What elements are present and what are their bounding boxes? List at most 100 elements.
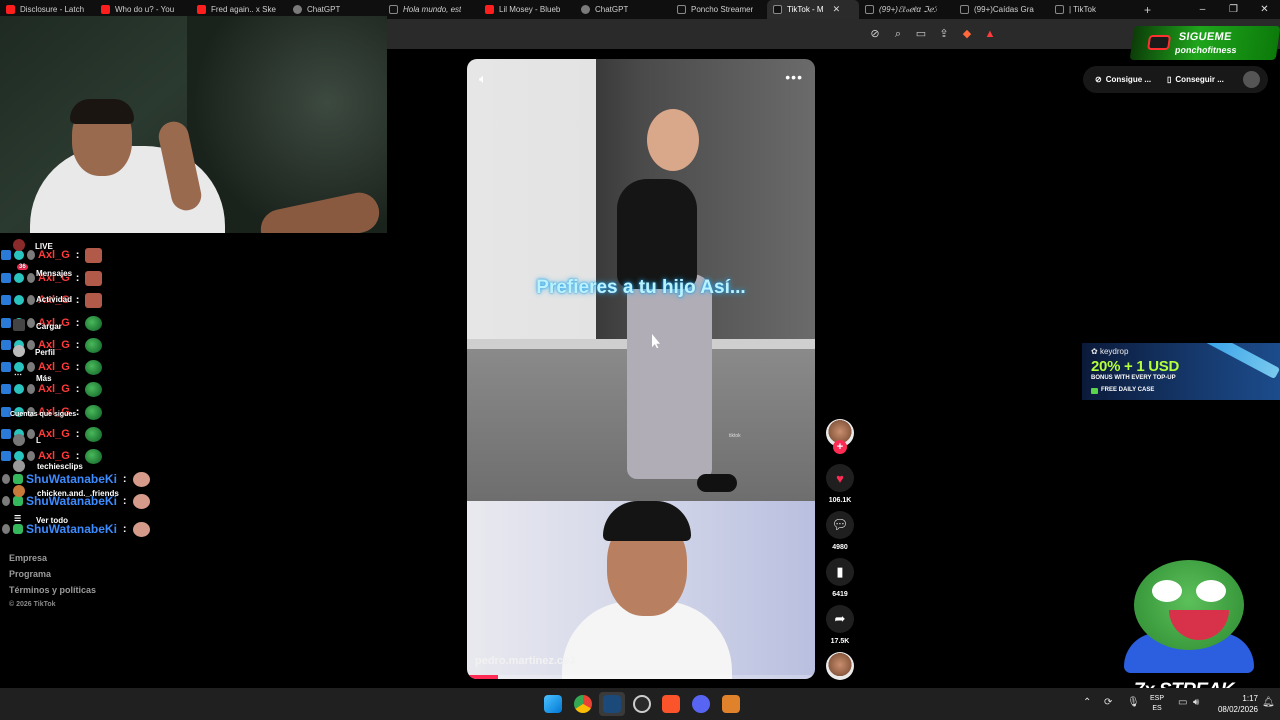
footer-link[interactable]: Empresa bbox=[9, 553, 47, 563]
profile-icon[interactable] bbox=[1243, 71, 1260, 88]
nav-live[interactable]: LIVE bbox=[35, 242, 53, 251]
share-button[interactable]: ➦ 17.5K bbox=[826, 605, 854, 645]
chat-username[interactable]: Axl_G bbox=[38, 428, 70, 440]
microphone-icon[interactable]: 🎙︎ bbox=[1127, 697, 1140, 708]
save-button[interactable]: ▮ 6419 bbox=[826, 558, 854, 598]
sync-icon[interactable]: ⟳ bbox=[1104, 697, 1112, 708]
chat-username[interactable]: ShuWatanabeKi bbox=[26, 472, 117, 486]
browser-tab[interactable]: Hola mundo, est bbox=[383, 0, 479, 19]
zoom-icon[interactable]: ⌕ bbox=[891, 27, 905, 41]
browser-tab[interactable]: (99+)ℰℓℴℯℓα ℑℯℐ bbox=[859, 0, 954, 19]
nav-more[interactable]: Más bbox=[36, 374, 52, 383]
video-watermark: tiktok bbox=[729, 433, 741, 439]
restore-button[interactable]: ❐ bbox=[1218, 4, 1249, 15]
chat-badge-icon bbox=[14, 384, 24, 394]
browser-tab[interactable]: (99+)Caídas Gra bbox=[954, 0, 1049, 19]
more-options-icon[interactable]: ••• bbox=[785, 69, 803, 85]
brave-rewards-icon[interactable]: ▲ bbox=[983, 27, 997, 41]
brave-shield-icon[interactable]: ◆ bbox=[960, 27, 974, 41]
nav-profile[interactable]: Perfil bbox=[35, 348, 55, 357]
clock[interactable]: 1:17 08/02/2026 bbox=[1218, 693, 1258, 715]
chat-separator: : bbox=[75, 249, 80, 261]
messages-badge: 36 bbox=[17, 264, 28, 270]
more-icon: ⋯ bbox=[14, 370, 22, 379]
windows-start-icon[interactable] bbox=[544, 695, 562, 713]
video-progress-bar[interactable] bbox=[467, 675, 815, 679]
browser-tab[interactable]: ChatGPT bbox=[575, 0, 671, 19]
footer-link[interactable]: Programa bbox=[9, 569, 51, 579]
chat-badge-icon bbox=[1, 318, 11, 328]
language-indicator[interactable]: ESP ES bbox=[1150, 694, 1164, 714]
new-tab-button[interactable]: + bbox=[1134, 3, 1161, 17]
app-icon[interactable] bbox=[722, 695, 740, 713]
next-creator-avatar[interactable] bbox=[826, 652, 854, 680]
chat-badge-icon bbox=[2, 524, 10, 534]
like-count: 106.1K bbox=[828, 497, 852, 504]
chat-emote-icon bbox=[132, 493, 150, 509]
browser-tab-active[interactable]: TikTok - M ✕ bbox=[767, 0, 859, 19]
chat-separator: : bbox=[75, 428, 80, 440]
browser-tab[interactable]: Lil Mosey - Blueb bbox=[479, 0, 575, 19]
chrome-icon[interactable] bbox=[574, 695, 592, 713]
share-icon[interactable]: ⇪ bbox=[937, 27, 951, 41]
chat-badge-icon bbox=[14, 295, 24, 305]
creator-avatar-button[interactable]: + bbox=[826, 419, 854, 454]
chat-emote-icon bbox=[132, 521, 150, 537]
get-app-button[interactable]: ▯ Conseguir ... bbox=[1159, 70, 1232, 89]
tiktok-icon bbox=[1055, 5, 1064, 14]
footer-link[interactable]: Términos y políticas bbox=[9, 585, 96, 595]
minimize-button[interactable]: – bbox=[1187, 4, 1218, 15]
video-author[interactable]: pedro.martinez.ce3 bbox=[475, 655, 575, 667]
close-tab-icon[interactable]: ✕ bbox=[833, 4, 841, 15]
like-button[interactable]: ♥ 106.1K bbox=[826, 464, 854, 504]
comment-button[interactable]: 💬︎ 4980 bbox=[826, 511, 854, 551]
chevron-up-icon[interactable]: ⌃ bbox=[1083, 697, 1091, 708]
chat-badge-icon bbox=[27, 250, 35, 260]
notification-icon[interactable]: 🔔︎ bbox=[1262, 697, 1275, 708]
volume-icon[interactable]: 🔊︎ bbox=[1193, 697, 1199, 708]
chat-badge-icon bbox=[1, 250, 11, 260]
follow-overlay: SIGUEME ponchofitness bbox=[1129, 26, 1280, 60]
see-all-link[interactable]: Ver todo bbox=[36, 516, 68, 525]
volume-icon[interactable]: 🔈︎ bbox=[479, 71, 487, 87]
steam-icon[interactable] bbox=[603, 695, 621, 713]
get-coins-button[interactable]: ⊘ Consigue ... bbox=[1087, 70, 1159, 89]
network-icon[interactable]: ▭ bbox=[1178, 697, 1187, 708]
cast-icon[interactable]: ▭ bbox=[914, 27, 928, 41]
video-player[interactable]: tiktok Prefieres a tu hijo Así... 🔈︎ •••… bbox=[467, 59, 815, 679]
browser-tab[interactable]: Poncho Streamer bbox=[671, 0, 767, 19]
brave-icon[interactable] bbox=[662, 695, 680, 713]
chat-emote-icon bbox=[85, 315, 103, 331]
discord-icon[interactable] bbox=[692, 695, 710, 713]
chat-emote-icon bbox=[85, 337, 103, 353]
nav-messages[interactable]: Mensajes bbox=[36, 269, 72, 278]
keydrop-ad-banner[interactable]: ✿ keydrop 20% + 1 USD BONUS WITH EVERY T… bbox=[1082, 343, 1280, 400]
obs-icon[interactable] bbox=[633, 695, 651, 713]
browser-tab[interactable]: | TikTok bbox=[1049, 0, 1134, 19]
tiktok-icon bbox=[677, 5, 686, 14]
chat-separator: : bbox=[75, 339, 80, 351]
chat-badge-icon bbox=[2, 496, 10, 506]
youtube-icon bbox=[485, 5, 494, 14]
chat-badge-icon bbox=[13, 524, 23, 534]
chat-username[interactable]: Axl_G bbox=[38, 361, 70, 373]
chat-message: ShuWatanabeKi: bbox=[2, 469, 150, 489]
nav-upload[interactable]: Cargar bbox=[36, 322, 62, 331]
following-account[interactable]: chicken.and._.friends bbox=[37, 489, 119, 498]
chat-username[interactable]: Axl_G bbox=[38, 450, 70, 462]
pepe-emote bbox=[1124, 555, 1254, 673]
chat-emote-icon bbox=[85, 359, 103, 375]
weapon-graphic bbox=[1203, 343, 1280, 380]
following-account[interactable]: L bbox=[36, 436, 41, 445]
nav-activity[interactable]: Actividad bbox=[36, 295, 72, 304]
window-controls: – ❐ ✕ bbox=[1187, 0, 1280, 19]
chat-separator: : bbox=[75, 294, 80, 306]
tiktok-sidebar: Axl_G: Axl_G: Axl_G: Axl_G: Axl_G: Axl_G: Axl_… bbox=[0, 233, 387, 688]
toolbar-icons: ⊘ ⌕ ▭ ⇪ ◆ ▲ bbox=[868, 27, 997, 41]
chat-username[interactable]: Axl_G bbox=[38, 383, 70, 395]
close-window-button[interactable]: ✕ bbox=[1249, 4, 1280, 15]
chatgpt-icon bbox=[581, 5, 590, 14]
follow-plus-icon[interactable]: + bbox=[833, 440, 847, 454]
following-account[interactable]: techiesclips bbox=[37, 462, 83, 471]
reader-mode-icon[interactable]: ⊘ bbox=[868, 27, 882, 41]
